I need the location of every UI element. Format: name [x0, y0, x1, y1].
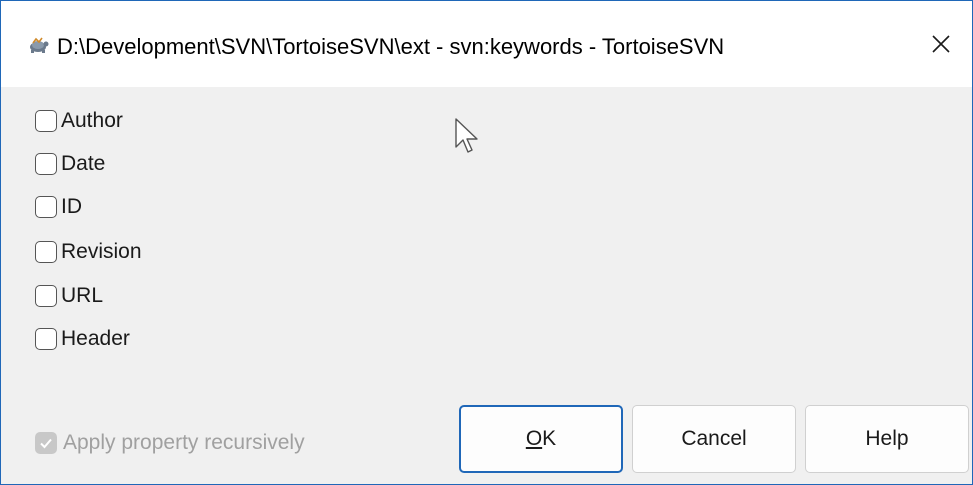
checkbox-url[interactable]: URL: [35, 282, 103, 310]
cancel-label: Cancel: [681, 427, 747, 450]
checkbox-label: Author: [61, 109, 123, 132]
cancel-button[interactable]: Cancel: [632, 405, 796, 473]
checkbox-label: Date: [61, 152, 106, 175]
close-icon: [932, 35, 950, 53]
window-title: D:\Development\SVN\TortoiseSVN\ext - svn…: [57, 34, 725, 59]
apply-recursively-label: Apply property recursively: [63, 431, 305, 454]
ok-label-rest: K: [542, 427, 557, 450]
checkbox-author[interactable]: Author: [35, 107, 123, 135]
checkbox-label: Revision: [61, 240, 142, 263]
checkbox-box[interactable]: [35, 153, 57, 175]
checkbox-box[interactable]: [35, 241, 57, 263]
checkbox-label: URL: [61, 284, 104, 307]
close-button[interactable]: [910, 1, 972, 87]
checkbox-revision[interactable]: Revision: [35, 238, 142, 266]
checkbox-id[interactable]: ID: [35, 193, 82, 221]
tortoise-icon: [30, 37, 49, 53]
checkbox-header[interactable]: Header: [35, 325, 130, 353]
apply-recursively-checkbox: Apply property recursively: [35, 429, 305, 457]
title-bar[interactable]: D:\Development\SVN\TortoiseSVN\ext - svn…: [1, 1, 972, 87]
ok-mnemonic: O: [525, 427, 543, 450]
mouse-cursor-icon: [455, 118, 478, 153]
checkbox-box[interactable]: [35, 110, 57, 132]
checkbox-box[interactable]: [35, 285, 57, 307]
ok-button[interactable]: OK: [459, 405, 623, 473]
checkmark-icon: [40, 438, 52, 449]
checkbox-label: Header: [61, 327, 130, 350]
help-label: Help: [865, 427, 909, 450]
help-button[interactable]: Help: [805, 405, 969, 473]
dialog-window: D:\Development\SVN\TortoiseSVN\ext - svn…: [0, 0, 973, 485]
checkbox-box-disabled: [35, 432, 57, 454]
checkbox-label: ID: [61, 195, 82, 218]
checkbox-date[interactable]: Date: [35, 150, 105, 178]
checkbox-box[interactable]: [35, 196, 57, 218]
checkbox-box[interactable]: [35, 328, 57, 350]
dialog-client-area: Author Date ID Revision URL Header Apply…: [1, 87, 972, 484]
